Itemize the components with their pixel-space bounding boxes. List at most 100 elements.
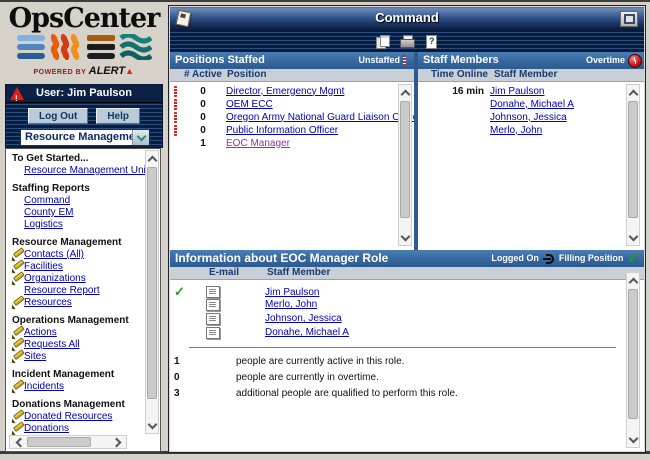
nav-link[interactable]: Logistics <box>24 219 63 230</box>
position-link[interactable]: Oregon Army National Guard Liaison Offic… <box>226 112 414 123</box>
nav-item-incidents[interactable]: Incidents <box>12 381 146 392</box>
module-select[interactable]: Resource Management <box>20 129 150 146</box>
role-member-link[interactable]: Jim Paulson <box>265 287 644 298</box>
scrollbar-thumb[interactable] <box>27 437 91 447</box>
nav-link[interactable]: Donated Resources <box>24 411 112 422</box>
help-button[interactable]: Help <box>96 108 140 124</box>
chevron-down-icon <box>400 231 410 241</box>
nav-item-requests-all[interactable]: Requests All <box>12 339 146 350</box>
position-row: 0 OEM ECC <box>170 98 414 110</box>
unstaffed-label: Unstaffed <box>358 52 400 69</box>
nav-link[interactable]: Contacts (All) <box>24 249 84 260</box>
role-member-link[interactable]: Johnson, Jessica <box>265 313 644 324</box>
scrollbar-thumb[interactable] <box>147 167 157 399</box>
nav-item-facilities[interactable]: Facilities <box>12 261 146 272</box>
scroll-left-button[interactable] <box>12 436 26 448</box>
opscenter-logo: OpsCenter POWERED BY <box>3 4 165 82</box>
nav-link[interactable]: Organizations <box>24 273 86 284</box>
module-select-value: Resource Management <box>21 130 132 145</box>
scroll-right-button[interactable] <box>110 436 124 448</box>
help-icon[interactable] <box>424 35 438 48</box>
nav-link[interactable]: Resources <box>24 297 72 308</box>
email-icon[interactable] <box>206 327 220 339</box>
staff-scrollbar[interactable] <box>626 84 640 246</box>
summary-text: people are currently in overtime. <box>236 372 644 383</box>
nav-item-contacts-all[interactable]: Contacts (All) <box>12 249 146 260</box>
role-member-link[interactable]: Donahe, Michael A <box>265 327 644 338</box>
email-icon[interactable] <box>206 299 220 311</box>
role-info-scrollbar[interactable] <box>626 272 640 448</box>
pencil-icon <box>12 423 24 434</box>
nav-item-organizations[interactable]: Organizations <box>12 273 146 284</box>
role-column-headers: E-mail Staff Member <box>170 267 644 280</box>
staff-member-link[interactable]: Merlo, John <box>490 125 644 136</box>
nav-link[interactable]: Actions <box>24 327 57 338</box>
navigation-list: To Get Started... Resource Management Un… <box>6 149 146 435</box>
col-staff-member: Staff Member <box>494 69 557 81</box>
scrollbar-thumb[interactable] <box>628 101 638 218</box>
nav-item-donated-resources[interactable]: Donated Resources <box>12 411 146 422</box>
print-icon[interactable] <box>400 35 414 48</box>
scrollbar-thumb[interactable] <box>628 289 638 419</box>
nav-link[interactable]: Command <box>24 195 70 206</box>
logged-on-icon <box>543 253 555 264</box>
nav-link[interactable]: Donations <box>24 423 69 434</box>
nav-item-resource-report[interactable]: Resource Report <box>12 285 146 296</box>
nav-item-resources[interactable]: Resources <box>12 297 146 308</box>
staff-member-link[interactable]: Johnson, Jessica <box>490 112 644 123</box>
email-icon[interactable] <box>206 286 220 298</box>
nav-item-county-em[interactable]: County EM <box>12 207 146 218</box>
role-member-link[interactable]: Merlo, John <box>265 299 644 310</box>
sidebar-vertical-scrollbar[interactable] <box>145 150 159 434</box>
position-link[interactable]: OEM ECC <box>226 99 414 110</box>
logo-wordmark: OpsCenter <box>3 4 165 34</box>
nav-item-sites[interactable]: Sites <box>12 351 146 362</box>
position-link[interactable]: Public Information Officer <box>226 125 414 136</box>
nav-item-rm-unit-lead[interactable]: Resource Management Unit Lead <box>12 165 146 176</box>
positions-scrollbar[interactable] <box>398 84 412 246</box>
scroll-down-button[interactable] <box>627 231 639 243</box>
user-panel: User: Jim Paulson Log Out Help Resource … <box>5 84 163 148</box>
nav-item-donations[interactable]: Donations <box>12 423 146 434</box>
scroll-up-button[interactable] <box>627 275 639 287</box>
nav-link[interactable]: Requests All <box>24 339 80 350</box>
scroll-up-button[interactable] <box>399 87 411 99</box>
staff-member-link[interactable]: Jim Paulson <box>490 86 644 97</box>
chevron-up-icon <box>400 90 410 100</box>
staff-member-link[interactable]: Donahe, Michael A <box>490 99 644 110</box>
nav-item-command[interactable]: Command <box>12 195 146 206</box>
sidebar-horizontal-scrollbar[interactable] <box>9 435 127 449</box>
nav-item-actions[interactable]: Actions <box>12 327 146 338</box>
export-copy-icon[interactable] <box>376 35 390 48</box>
logout-button[interactable]: Log Out <box>28 108 88 124</box>
positions-staffed-header: Positions Staffed Unstaffed <box>170 52 414 69</box>
scroll-down-button[interactable] <box>399 231 411 243</box>
nav-link[interactable]: Incidents <box>24 381 64 392</box>
nav-link[interactable]: Sites <box>24 351 46 362</box>
scroll-down-button[interactable] <box>146 419 158 431</box>
position-link[interactable]: Director, Emergency Mgmt <box>226 86 414 97</box>
role-member-row: Donahe, Michael A <box>170 326 644 339</box>
scroll-up-button[interactable] <box>146 153 158 165</box>
user-label: User: Jim Paulson <box>36 87 132 99</box>
nav-link[interactable]: Resource Management Unit Lead <box>24 165 146 176</box>
scrollbar-thumb[interactable] <box>400 101 410 218</box>
unstaffed-alert-icon <box>174 125 177 136</box>
col-position: Position <box>227 69 266 81</box>
module-select-arrow-button[interactable] <box>132 130 149 145</box>
nav-link[interactable]: Resource Report <box>24 285 100 296</box>
position-row: 1 EOC Manager <box>170 137 414 149</box>
summary-value: 0 <box>174 372 236 383</box>
nav-item-logistics[interactable]: Logistics <box>12 219 146 230</box>
nav-link[interactable]: Facilities <box>24 261 63 272</box>
positions-column-headers: # Active Position <box>170 69 414 82</box>
nav-heading-incident-management: Incident Management <box>12 369 146 380</box>
maximize-button[interactable] <box>620 11 638 27</box>
staff-row: 16 min Jim Paulson <box>418 85 644 97</box>
staff-members-panel: Staff Members Overtime Time Online Staff… <box>418 52 644 250</box>
nav-link[interactable]: County EM <box>24 207 73 218</box>
scroll-down-button[interactable] <box>627 433 639 445</box>
position-link[interactable]: EOC Manager <box>226 138 414 149</box>
email-icon[interactable] <box>206 313 220 325</box>
scroll-up-button[interactable] <box>627 87 639 99</box>
